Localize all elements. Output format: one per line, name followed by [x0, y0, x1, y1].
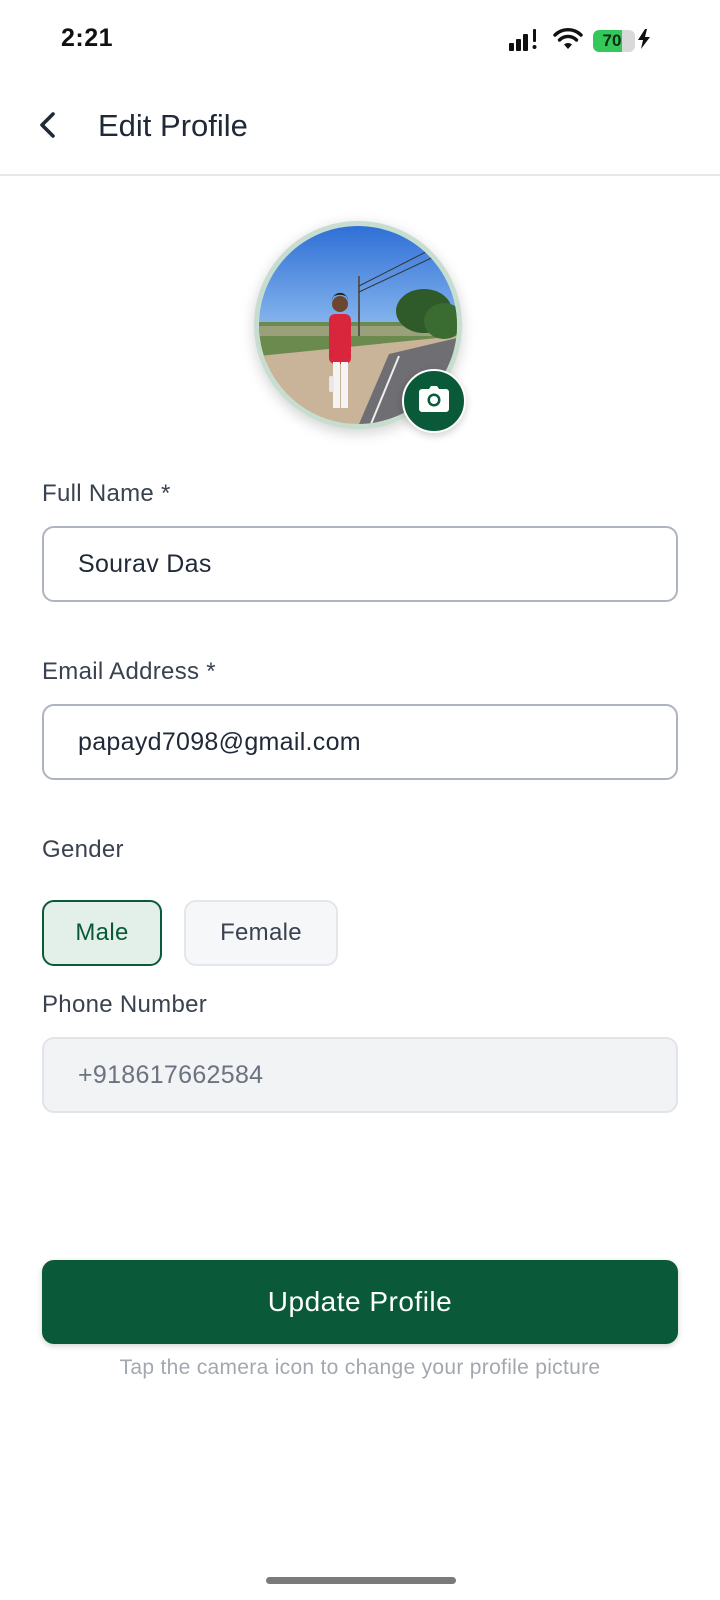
- gender-label: Gender: [42, 836, 124, 863]
- full-name-value: Sourav Das: [78, 549, 212, 578]
- phone-value: +918617662584: [78, 1060, 264, 1089]
- home-indicator[interactable]: [266, 1577, 456, 1584]
- page-title: Edit Profile: [98, 108, 248, 143]
- update-profile-button[interactable]: Update Profile: [42, 1260, 678, 1344]
- status-bar: 2:21 70: [0, 0, 720, 80]
- full-name-input[interactable]: Sourav Das: [42, 526, 678, 602]
- chevron-left-icon: [37, 110, 59, 145]
- status-time: 2:21: [61, 24, 114, 52]
- battery-icon: 70: [593, 28, 650, 54]
- camera-hint-text: Tap the camera icon to change your profi…: [119, 1356, 601, 1379]
- full-name-label: Full Name *: [42, 480, 171, 507]
- email-label: Email Address *: [42, 658, 216, 685]
- battery-body: 70: [593, 30, 635, 52]
- phone-label: Phone Number: [42, 991, 208, 1018]
- camera-icon: [419, 385, 449, 417]
- email-value: papayd7098@gmail.com: [78, 727, 361, 756]
- wifi-icon: [553, 27, 583, 56]
- phone-input: +918617662584: [42, 1037, 678, 1113]
- charging-bolt-icon: [638, 28, 650, 54]
- back-button[interactable]: [28, 102, 68, 152]
- gender-selector: Male Female: [42, 900, 338, 966]
- change-photo-button[interactable]: [402, 369, 466, 433]
- email-input[interactable]: papayd7098@gmail.com: [42, 704, 678, 780]
- app-header: Edit Profile: [0, 80, 720, 176]
- gender-option-female[interactable]: Female: [184, 900, 338, 966]
- gender-option-male[interactable]: Male: [42, 900, 162, 966]
- status-icons: 70: [509, 26, 650, 56]
- avatar-section: [254, 221, 466, 433]
- signal-icon: [509, 27, 543, 56]
- edit-profile-screen: 2:21 70 Edit Profile Full Name * Sourav …: [0, 0, 720, 1600]
- battery-percent: 70: [602, 31, 622, 50]
